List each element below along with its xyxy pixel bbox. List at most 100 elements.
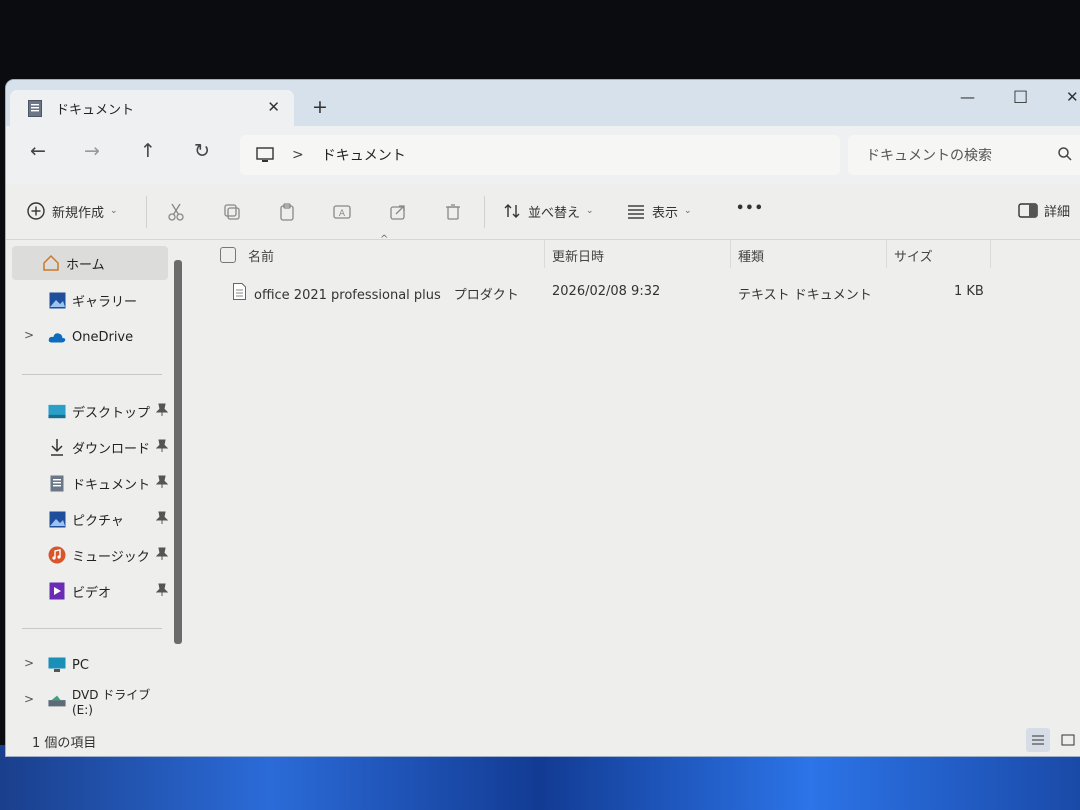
- column-header-size[interactable]: サイズ: [894, 246, 933, 265]
- tab-title: ドキュメント: [56, 102, 135, 118]
- gallery-icon: [48, 291, 66, 309]
- pin-icon[interactable]: [155, 439, 169, 457]
- sort-button[interactable]: 並べ替え ⌄: [502, 201, 594, 221]
- minimize-button[interactable]: —: [960, 88, 975, 106]
- sidebar-item-label: ドキュメント: [72, 477, 151, 493]
- pin-icon[interactable]: [155, 583, 169, 601]
- sidebar-item-downloads[interactable]: ダウンロード: [12, 430, 169, 464]
- refresh-button[interactable]: ↻: [194, 140, 210, 162]
- sidebar-item-label: デスクトップ: [72, 405, 151, 421]
- status-bar: 1 個の項目: [6, 720, 1080, 756]
- command-bar: 新規作成 ⌄ A 並べ替え ⌄ 表示 ⌄ ••• 詳細: [6, 184, 1080, 240]
- address-bar[interactable]: > ドキュメント: [240, 135, 840, 175]
- document-icon: [48, 474, 66, 492]
- chevron-right-icon[interactable]: >: [24, 692, 34, 706]
- up-button[interactable]: ↑: [140, 140, 156, 162]
- column-header-modified[interactable]: 更新日時: [552, 246, 604, 265]
- navigation-bar: ← → ↑ ↻ > ドキュメント ドキュメントの検索: [6, 126, 1080, 184]
- chevron-right-icon[interactable]: >: [24, 328, 34, 342]
- separator: [484, 196, 485, 228]
- sidebar-item-label: ホーム: [66, 257, 105, 273]
- sidebar-item-label: OneDrive: [72, 329, 134, 345]
- back-button[interactable]: ←: [30, 140, 46, 162]
- pin-icon[interactable]: [155, 403, 169, 421]
- sidebar-divider: [22, 628, 162, 629]
- sidebar-item-label: ダウンロード: [72, 441, 151, 457]
- file-size: 1 KB: [954, 284, 984, 299]
- dvd-icon: [48, 692, 66, 710]
- sidebar-scrollbar[interactable]: [174, 260, 182, 644]
- sidebar-item-label: DVD ドライブ (E:): [72, 687, 151, 717]
- search-box[interactable]: ドキュメントの検索: [848, 135, 1080, 175]
- chevron-right-icon[interactable]: >: [24, 656, 34, 670]
- new-button[interactable]: 新規作成 ⌄: [26, 201, 118, 221]
- desktop-icon: [48, 402, 66, 420]
- sidebar-item-label: PC: [72, 657, 89, 673]
- copy-icon[interactable]: [222, 202, 242, 222]
- tiles-view-button[interactable]: [1056, 728, 1080, 752]
- file-list: ^ 名前 更新日時 種類 サイズ office 2021 professiona…: [190, 234, 1080, 720]
- sidebar-item-documents[interactable]: ドキュメント: [12, 466, 169, 500]
- maximize-button[interactable]: ☐: [1013, 88, 1028, 108]
- file-name[interactable]: office 2021 professional plus プロダクト: [254, 284, 519, 303]
- pin-icon[interactable]: [155, 511, 169, 529]
- column-separator[interactable]: [730, 240, 731, 268]
- more-options-button[interactable]: •••: [736, 201, 764, 216]
- sidebar-item-desktop[interactable]: デスクトップ: [12, 394, 169, 428]
- close-window-button[interactable]: ✕: [1066, 88, 1079, 106]
- details-pane-icon: [1018, 202, 1038, 218]
- sidebar-item-label: ピクチャ: [72, 513, 124, 529]
- music-icon: [48, 546, 66, 564]
- view-list-icon: [628, 205, 644, 219]
- sort-icon: [504, 204, 520, 218]
- pin-icon[interactable]: [155, 547, 169, 565]
- column-separator[interactable]: [990, 240, 991, 268]
- forward-button[interactable]: →: [84, 140, 100, 162]
- tab-close-icon[interactable]: ✕: [267, 98, 280, 116]
- column-header-type[interactable]: 種類: [738, 246, 764, 265]
- new-label: 新規作成: [52, 205, 105, 221]
- pin-icon[interactable]: [155, 475, 169, 493]
- breadcrumb-documents[interactable]: ドキュメント: [322, 145, 406, 165]
- separator: [146, 196, 147, 228]
- sidebar-item-dvd[interactable]: > DVD ドライブ (E:): [12, 684, 168, 718]
- tab-documents[interactable]: ドキュメント ✕: [10, 90, 294, 126]
- delete-icon[interactable]: [443, 202, 463, 222]
- navigation-pane: ホーム ギャラリー > OneDrive デスクトップ ダウンロード ドキュメン…: [6, 240, 186, 720]
- chevron-down-icon: ⌄: [586, 206, 594, 216]
- text-file-icon: [233, 283, 246, 300]
- sidebar-item-onedrive[interactable]: > OneDrive: [12, 320, 168, 354]
- rename-icon[interactable]: A: [332, 202, 352, 222]
- file-explorer-window: ドキュメント ✕ + — ☐ ✕ ← → ↑ ↻ > ドキュメント ドキュメント…: [6, 80, 1080, 756]
- sidebar-item-pictures[interactable]: ピクチャ: [12, 502, 169, 536]
- column-header-name[interactable]: 名前: [248, 246, 274, 265]
- share-icon[interactable]: [388, 202, 408, 222]
- pc-icon: [48, 656, 66, 674]
- tiles-view-icon: [1061, 734, 1075, 746]
- details-label: 詳細: [1044, 205, 1071, 220]
- sidebar-item-pc[interactable]: > PC: [12, 648, 168, 682]
- sidebar-item-gallery[interactable]: ギャラリー: [12, 283, 168, 317]
- sidebar-item-home[interactable]: ホーム: [12, 246, 168, 280]
- details-pane-button[interactable]: 詳細: [1018, 201, 1070, 220]
- new-tab-button[interactable]: +: [312, 96, 328, 118]
- view-button[interactable]: 表示 ⌄: [626, 201, 692, 221]
- sidebar-item-label: ミュージック: [72, 549, 150, 565]
- document-icon: [28, 99, 42, 117]
- column-separator[interactable]: [544, 240, 545, 268]
- chevron-down-icon: ⌄: [110, 206, 118, 216]
- pictures-icon: [48, 510, 66, 528]
- cloud-icon: [48, 328, 66, 346]
- sidebar-item-label: ビデオ: [72, 585, 112, 601]
- sidebar-divider: [22, 374, 162, 375]
- sidebar-item-videos[interactable]: ビデオ: [12, 574, 169, 608]
- pc-icon: [256, 147, 274, 162]
- file-type: テキスト ドキュメント: [738, 288, 872, 303]
- download-icon: [48, 438, 66, 456]
- cut-icon[interactable]: [166, 202, 186, 222]
- column-separator[interactable]: [886, 240, 887, 268]
- paste-icon[interactable]: [277, 202, 297, 222]
- details-view-button[interactable]: [1026, 728, 1050, 752]
- sidebar-item-music[interactable]: ミュージック: [12, 538, 169, 572]
- select-all-checkbox[interactable]: [220, 247, 236, 263]
